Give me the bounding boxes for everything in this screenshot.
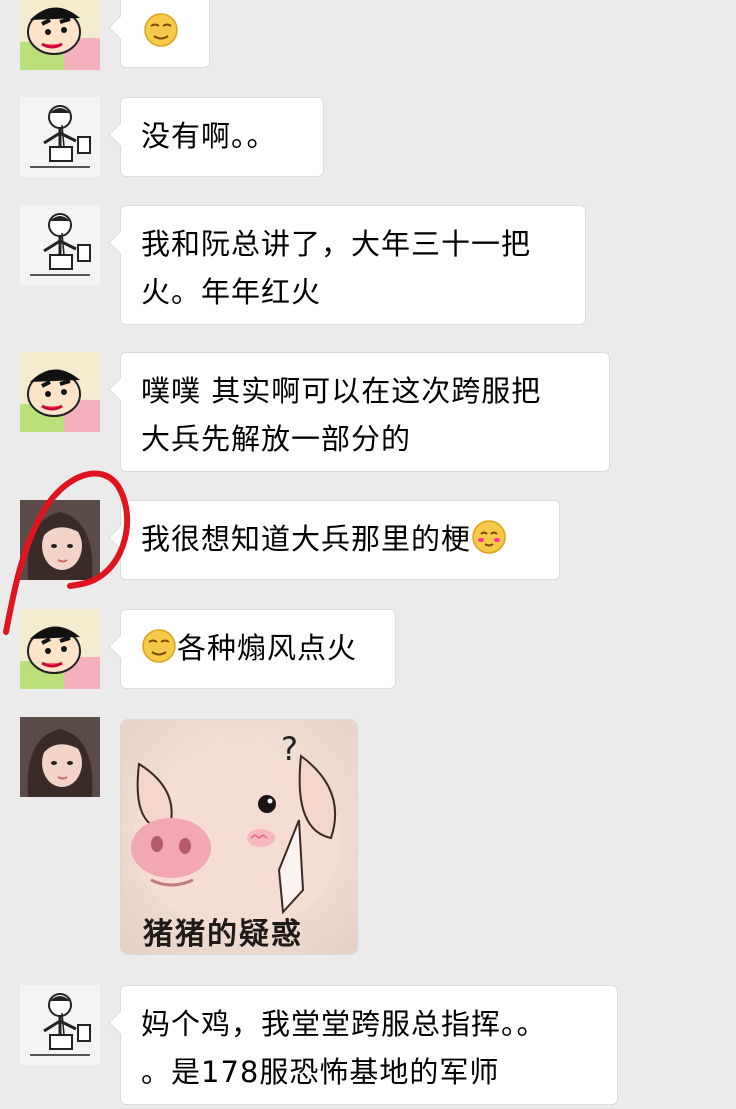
message-bubble[interactable]: 各种煽风点火 bbox=[120, 609, 396, 689]
chat-history[interactable]: 没有啊。。 我和阮总讲了，大年三十一把 火。年年红火 噗噗 其实啊可以在这次跨服… bbox=[0, 0, 736, 1109]
avatar-stick-figure[interactable] bbox=[20, 97, 100, 177]
message-text: 各种煽风点火 bbox=[177, 631, 358, 665]
avatar-girl[interactable] bbox=[20, 717, 100, 797]
avatar-girl[interactable] bbox=[20, 500, 100, 580]
message-bubble[interactable]: 我很想知道大兵那里的梗 bbox=[120, 500, 560, 580]
avatar-crayon-shin-chan[interactable] bbox=[20, 352, 100, 432]
message-text: 我很想知道大兵那里的梗 bbox=[141, 522, 472, 556]
avatar-stick-figure[interactable] bbox=[20, 985, 100, 1065]
question-mark: ? bbox=[281, 730, 298, 768]
sticker-caption: 猪猪的疑惑 bbox=[143, 917, 303, 952]
message-bubble[interactable]: 噗噗 其实啊可以在这次跨服把 大兵先解放一部分的 bbox=[120, 352, 610, 472]
message-text: 妈个鸡，我堂堂跨服总指挥。。 。是178服恐怖基地的军师 bbox=[141, 1007, 547, 1089]
avatar-crayon-shin-chan[interactable] bbox=[20, 609, 100, 689]
message-text: 我和阮总讲了，大年三十一把 火。年年红火 bbox=[141, 227, 532, 309]
avatar-stick-figure[interactable] bbox=[20, 205, 100, 285]
message-bubble[interactable] bbox=[120, 0, 210, 68]
message-bubble[interactable]: 妈个鸡，我堂堂跨服总指挥。。 。是178服恐怖基地的军师 bbox=[120, 985, 618, 1105]
avatar-crayon-shin-chan[interactable] bbox=[20, 0, 100, 70]
blush-emoji-icon bbox=[472, 520, 506, 554]
pig-sticker[interactable]: ? 猪猪的疑惑 bbox=[120, 719, 358, 955]
smirk-emoji-icon bbox=[144, 13, 178, 47]
message-bubble[interactable]: 我和阮总讲了，大年三十一把 火。年年红火 bbox=[120, 205, 586, 325]
message-text: 噗噗 其实啊可以在这次跨服把 大兵先解放一部分的 bbox=[141, 374, 542, 456]
message-text: 没有啊。。 bbox=[141, 119, 277, 153]
smirk-emoji-icon bbox=[142, 629, 176, 663]
message-bubble[interactable]: 没有啊。。 bbox=[120, 97, 324, 177]
